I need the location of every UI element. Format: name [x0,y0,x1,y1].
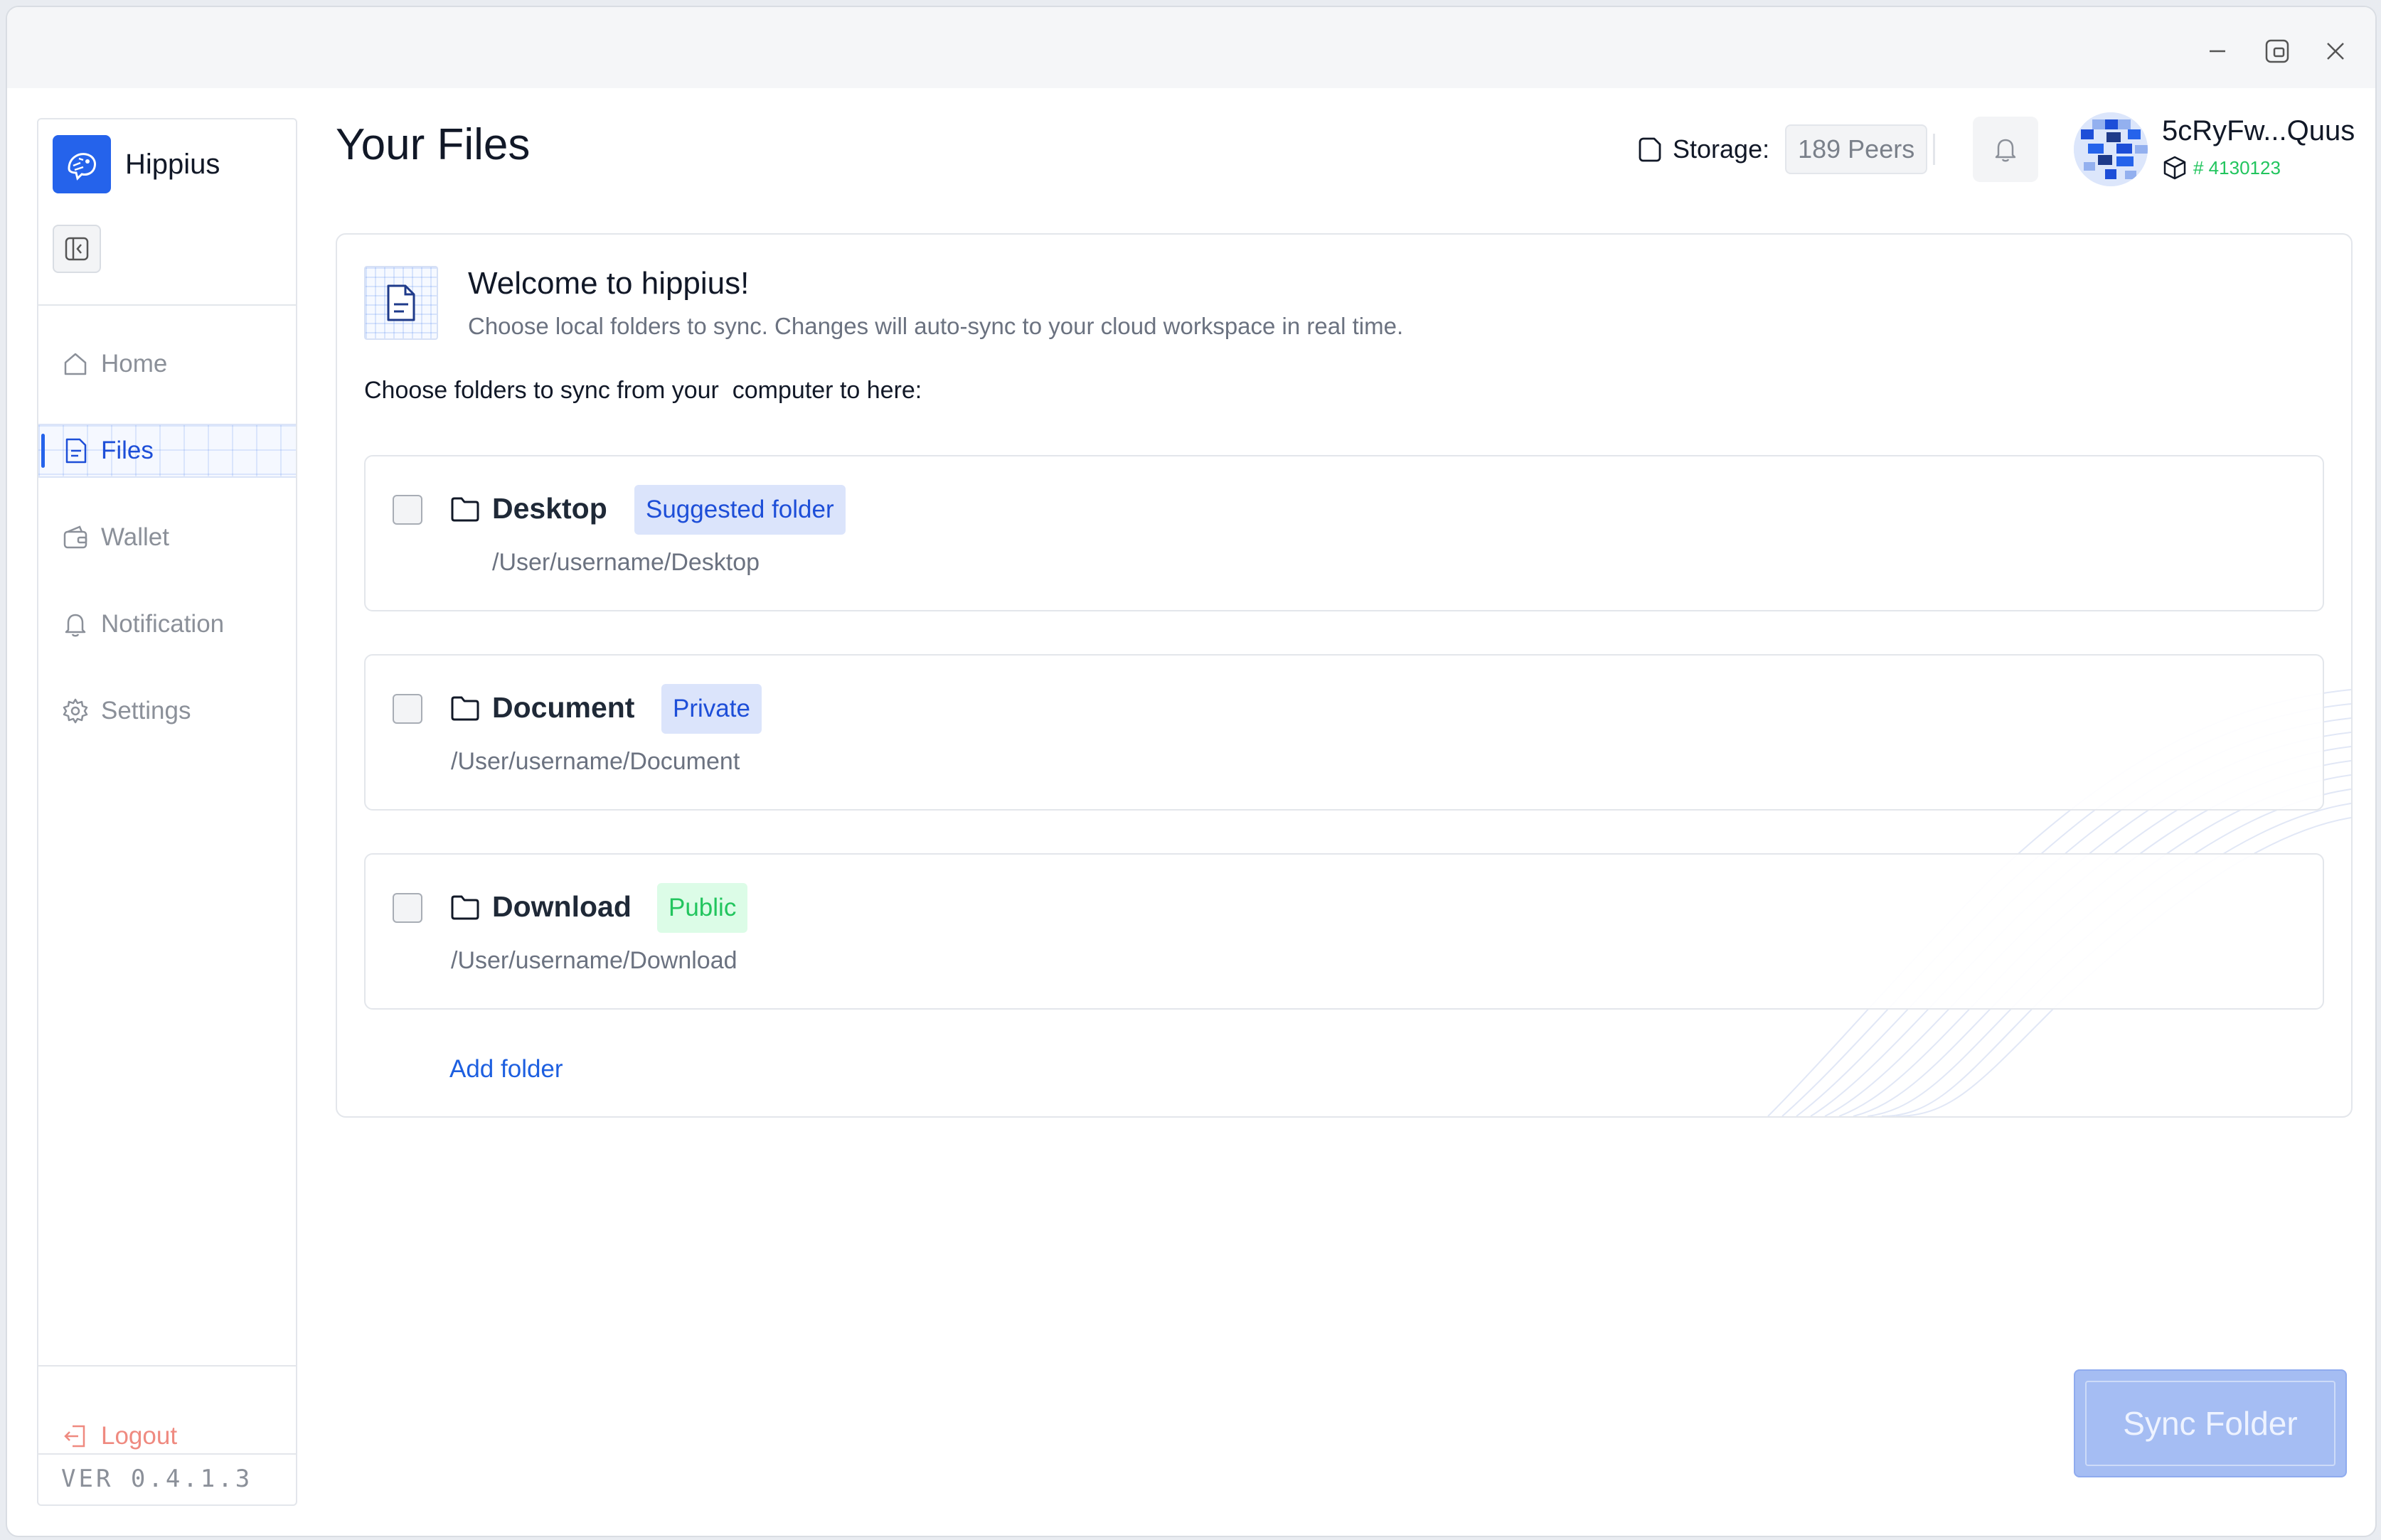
cube-icon [2163,156,2186,180]
folder-icon [451,696,479,721]
sidebar-item-files[interactable]: Files [38,424,296,478]
welcome-subtitle: Choose local folders to sync. Changes wi… [468,313,1404,339]
storage-icon [1639,137,1661,162]
sidebar-item-label: Wallet [101,523,169,551]
logout-button[interactable]: Logout [38,1409,296,1463]
block-number: # 4130123 [2162,155,2281,181]
sidebar-collapse-icon [65,237,89,261]
folder-badge: Private [661,684,762,734]
folder-row-download[interactable]: Download Public /User/username/Download [364,853,2324,1010]
folder-badge: Suggested folder [634,485,846,535]
close-icon[interactable] [2317,33,2354,70]
folder-icon [451,497,479,522]
collapse-sidebar-button[interactable] [53,225,101,273]
app-version: VER 0.4.1.3 [61,1465,253,1493]
folder-badge: Public [657,883,748,933]
brand-name: Hippius [125,148,220,180]
folder-name: Desktop [492,492,607,525]
block-number-text: # 4130123 [2193,156,2281,178]
sidebar-item-wallet[interactable]: Wallet [38,510,296,565]
bell-icon [1995,139,2016,162]
folder-name: Download [492,890,632,923]
folder-row-desktop[interactable]: Desktop Suggested folder /User/username/… [364,455,2324,611]
hippius-logo-icon [53,135,111,193]
add-folder-link[interactable]: Add folder [449,1055,563,1084]
restore-icon[interactable] [2259,33,2296,70]
sidebar-item-label: Notification [101,610,225,638]
folder-row-document[interactable]: Document Private /User/username/Document [364,654,2324,811]
notification-button[interactable] [1973,117,2038,182]
minimize-icon[interactable] [2199,33,2236,70]
sidebar-item-label: Settings [101,697,191,724]
storage-indicator: Storage: 189 Peers [1636,122,1928,176]
folder-path: /User/username/Document [451,748,740,775]
account-name: 5cRyFw...Quus [2162,115,2355,146]
sync-folder-button[interactable]: Sync Folder [2074,1369,2347,1477]
sidebar: Hippius Home Files Wallet Notification S… [37,118,297,1506]
sidebar-divider [38,1365,296,1367]
header-divider [1933,134,1935,165]
wallet-icon [63,525,87,549]
page-title: Your Files [336,120,531,169]
bell-icon [65,614,86,637]
gear-icon [63,698,88,724]
brand[interactable]: Hippius [53,135,220,193]
sidebar-divider [38,1453,296,1455]
file-icon [65,438,87,464]
folder-checkbox[interactable] [393,694,422,724]
peers-count: 189 Peers [1785,124,1928,174]
sidebar-item-label: Files [101,437,154,464]
folder-checkbox[interactable] [393,495,422,525]
avatar[interactable] [2074,112,2148,186]
folder-name: Document [492,691,635,724]
choose-folders-text: Choose folders to sync from your compute… [364,377,922,404]
logout-label: Logout [101,1422,178,1450]
sidebar-item-settings[interactable]: Settings [38,684,296,738]
welcome-title: Welcome to hippius! [468,266,750,301]
sidebar-item-label: Home [101,350,168,378]
app-window: Hippius Home Files Wallet Notification S… [6,6,2377,1537]
folder-path: /User/username/Download [451,947,737,974]
welcome-file-icon [364,266,438,340]
folder-icon [451,895,479,920]
sidebar-item-notification[interactable]: Notification [38,597,296,651]
storage-label: Storage: [1673,134,1770,164]
sidebar-divider [38,304,296,306]
folder-path: /User/username/Desktop [492,549,760,576]
title-bar [7,7,2375,88]
welcome-card: Welcome to hippius! Choose local folders… [336,233,2353,1118]
logout-icon [64,1425,85,1448]
folder-checkbox[interactable] [393,893,422,923]
home-icon [64,353,87,375]
sidebar-item-home[interactable]: Home [38,337,296,391]
